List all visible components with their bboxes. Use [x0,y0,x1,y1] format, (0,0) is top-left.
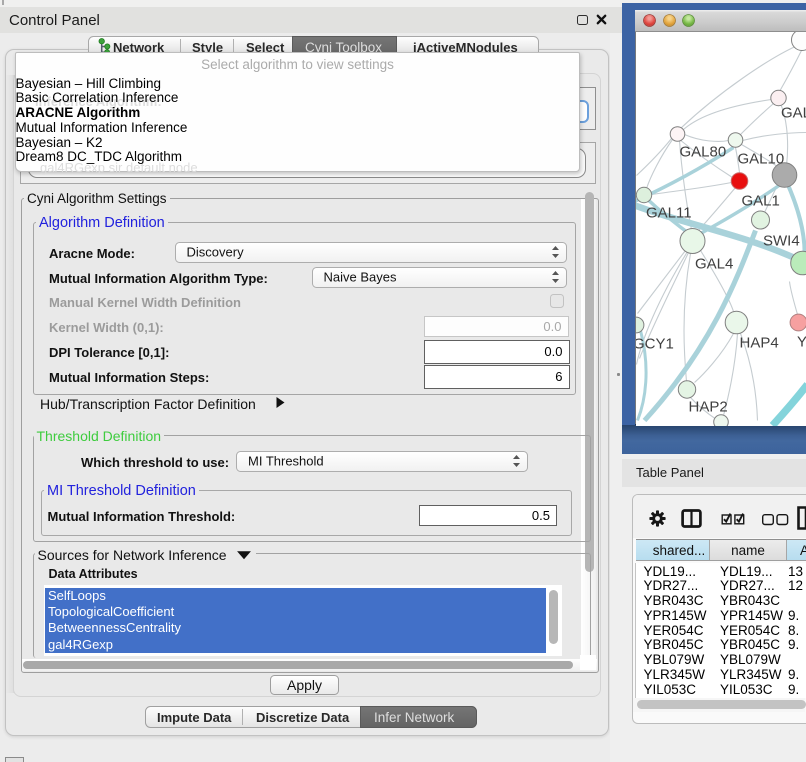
svg-text:HAP4: HAP4 [739,334,778,351]
svg-text:GAL11: GAL11 [646,204,692,221]
svg-text:SWI4: SWI4 [763,232,800,249]
svg-text:HAP2: HAP2 [688,398,727,415]
svg-text:GAL4: GAL4 [695,255,733,272]
svg-text:GAL80: GAL80 [679,143,726,160]
svg-text:GAL1: GAL1 [741,192,779,209]
svg-text:GCY1: GCY1 [636,335,674,352]
svg-text:Y: Y [797,333,806,350]
svg-text:GAL10: GAL10 [737,150,784,167]
svg-text:GAL: GAL [781,104,806,121]
